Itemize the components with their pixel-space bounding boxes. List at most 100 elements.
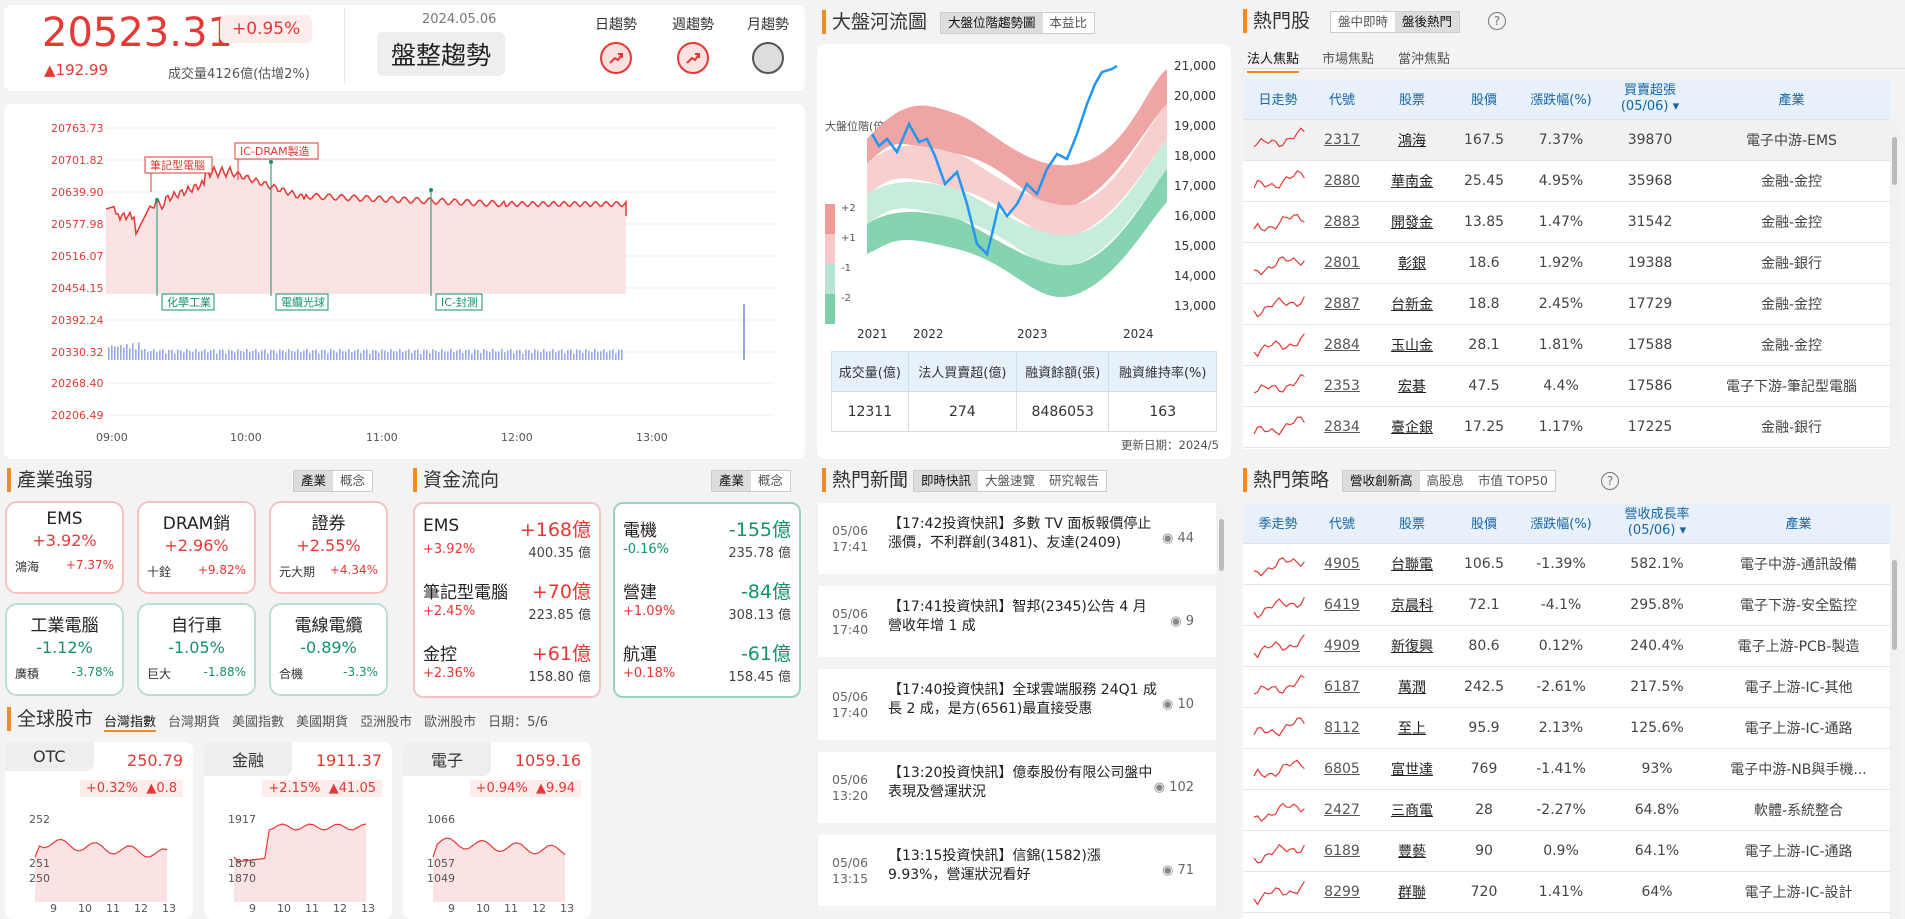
table-row[interactable]: 6419 京晨科 72.1 -4.1% 295.8% 電子下游-安全監控: [1243, 584, 1890, 626]
table-row[interactable]: 2427 三商電 28 -2.27% 64.8% 軟體-系統整合: [1243, 789, 1890, 831]
industry-card[interactable]: 電線電纜 -0.89% 合機 -3.3%: [269, 603, 388, 696]
stock-code[interactable]: 2887: [1313, 283, 1371, 325]
news-item[interactable]: 05/06 13:20 【13:20投資快訊】億泰股份有限公司盤中表現及營運狀況 ◉ …: [818, 752, 1216, 823]
table-row[interactable]: 8112 至上 95.9 2.13% 125.6% 電子上游-IC-通路: [1243, 707, 1890, 749]
index-card[interactable]: 電子 1059.16 +0.94% ▲9.94 1066 1057 1049 9 10 11 12…: [403, 742, 591, 919]
stock-name[interactable]: 京晨科: [1371, 584, 1453, 626]
stock-code[interactable]: 6187: [1313, 666, 1371, 708]
flow-row[interactable]: 營建 -84億 +1.09% 308.13 億: [623, 578, 791, 634]
tab-high-yield[interactable]: 高股息: [1420, 471, 1472, 491]
industry-card[interactable]: 自行車 -1.05% 巨大 -1.88%: [137, 603, 256, 696]
news-item[interactable]: 05/06 13:15 【13:15投資快訊】信錦(1582)漲 9.93%，營運狀…: [818, 835, 1216, 906]
industry-card[interactable]: 工業電腦 -1.12% 廣積 -3.78%: [5, 603, 124, 696]
tab-revenue-high[interactable]: 營收創新高: [1343, 471, 1420, 491]
river-chart[interactable]: 大盤位階(倍) +2+1-1-2 21,000 20,000 19,000 18…: [817, 44, 1231, 344]
index-card[interactable]: OTC 250.79 +0.32% ▲0.8 252 251 250 9 10 11 12 13: [5, 742, 193, 919]
stock-name[interactable]: 群聯: [1371, 871, 1453, 913]
flow-row[interactable]: 金控 +61億 +2.36% 158.80 億: [423, 640, 591, 696]
news-item[interactable]: 05/06 17:40 【17:40投資快訊】全球雲端服務 24Q1 成長 2 成，…: [818, 669, 1216, 740]
daily-trend[interactable]: 日趨勢: [586, 14, 646, 74]
stock-code[interactable]: 2427: [1313, 789, 1371, 831]
help-icon[interactable]: ?: [1601, 472, 1619, 490]
stock-name[interactable]: 開發金: [1371, 201, 1453, 243]
stock-code[interactable]: 2880: [1313, 160, 1371, 202]
tab-after-hours[interactable]: 盤後熱門: [1395, 12, 1460, 32]
tab-asia[interactable]: 亞洲股市: [360, 711, 412, 732]
table-row[interactable]: 2880 華南金 25.45 4.95% 35968 金融-金控: [1243, 160, 1890, 202]
scrollbar[interactable]: [1890, 546, 1899, 919]
help-icon[interactable]: ?: [1488, 12, 1506, 30]
table-row[interactable]: 6189 豐藝 90 0.9% 64.1% 電子上游-IC-通路: [1243, 830, 1890, 872]
news-title[interactable]: 【13:15投資快訊】信錦(1582)漲 9.93%，營運狀況看好: [888, 847, 1158, 885]
outflow-card[interactable]: 電機 -155億 -0.16% 235.78 億營建 -84億 +1.09% 308.13 …: [613, 502, 801, 698]
news-title[interactable]: 【17:41投資快訊】智邦(2345)公告 4 月營收年增 1 成: [888, 598, 1158, 636]
tab-tw-index[interactable]: 台灣指數: [104, 711, 157, 732]
stock-name[interactable]: 彰銀: [1371, 242, 1453, 284]
news-title[interactable]: 【13:20投資快訊】億泰股份有限公司盤中表現及營運狀況: [888, 764, 1158, 802]
stock-name[interactable]: 鴻海: [1371, 119, 1453, 161]
scrollbar[interactable]: [1890, 122, 1899, 447]
table-row[interactable]: 2887 台新金 18.8 2.45% 17729 金融-金控: [1243, 283, 1890, 325]
news-item[interactable]: 05/06 17:41 【17:42投資快訊】多數 TV 面板報價停止漲價，不利群創…: [818, 503, 1216, 574]
table-row[interactable]: 2834 臺企銀 17.25 1.17% 17225 金融-銀行: [1243, 406, 1890, 448]
intraday-chart[interactable]: 20763.73 20701.82 20639.90 20577.98 2051…: [4, 104, 805, 459]
tab-us-index[interactable]: 美國指數: [232, 711, 284, 732]
stock-name[interactable]: 萬潤: [1371, 666, 1453, 708]
stock-code[interactable]: 2883: [1313, 201, 1371, 243]
index-card[interactable]: 金融 1911.37 +2.15% ▲41.05 1917 1876 1870 9 10 11 1…: [204, 742, 392, 919]
stock-code[interactable]: 2317: [1313, 119, 1371, 161]
subtab-institutional[interactable]: 法人焦點: [1247, 48, 1300, 73]
stock-code[interactable]: 4905: [1313, 543, 1371, 585]
stock-name[interactable]: 至上: [1371, 707, 1453, 749]
subtab-market[interactable]: 市場焦點: [1322, 48, 1374, 67]
flow-row[interactable]: EMS +168億 +3.92% 400.35 億: [423, 516, 591, 572]
flow-row[interactable]: 筆記型電腦 +70億 +2.45% 223.85 億: [423, 578, 591, 634]
table-row[interactable]: 2883 開發金 13.85 1.47% 31542 金融-金控: [1243, 201, 1890, 243]
tab-industry[interactable]: 產業: [712, 471, 752, 491]
industry-card[interactable]: EMS +3.92% 鴻海 +7.37%: [5, 501, 124, 594]
table-row[interactable]: 6187 萬潤 242.5 -2.61% 217.5% 電子上游-IC-其他: [1243, 666, 1890, 708]
stock-name[interactable]: 台聯電: [1371, 543, 1453, 585]
industry-card[interactable]: DRAM銷 +2.96% 十銓 +9.82%: [137, 501, 256, 594]
stock-code[interactable]: 6189: [1313, 830, 1371, 872]
tab-top50[interactable]: 市值 TOP50: [1471, 471, 1555, 491]
tab-overview[interactable]: 大盤速覽: [978, 471, 1042, 491]
table-row[interactable]: 6805 富世達 769 -1.41% 93% 電子中游-NB與手機...: [1243, 748, 1890, 790]
stock-code[interactable]: 2884: [1313, 324, 1371, 366]
stock-name[interactable]: 豐藝: [1371, 830, 1453, 872]
tab-intraday[interactable]: 盤中即時: [1331, 12, 1395, 32]
tab-industry[interactable]: 產業: [294, 471, 334, 491]
tab-research[interactable]: 研究報告: [1042, 471, 1106, 491]
stock-name[interactable]: 台新金: [1371, 283, 1453, 325]
stock-code[interactable]: 6419: [1313, 584, 1371, 626]
table-row[interactable]: 8299 群聯 720 1.41% 64% 電子上游-IC-設計: [1243, 871, 1890, 913]
flow-row[interactable]: 航運 -61億 +0.18% 158.45 億: [623, 640, 791, 696]
stock-name[interactable]: 三商電: [1371, 789, 1453, 831]
tab-concept[interactable]: 概念: [751, 471, 790, 491]
weekly-trend[interactable]: 週趨勢: [663, 14, 723, 74]
table-row[interactable]: 4905 台聯電 106.5 -1.39% 582.1% 電子中游-通訊設備: [1243, 543, 1890, 585]
tab-pe[interactable]: 本益比: [1043, 13, 1095, 33]
monthly-trend[interactable]: 月趨勢: [738, 14, 798, 74]
news-title[interactable]: 【17:42投資快訊】多數 TV 面板報價停止漲價，不利群創(3481)、友達(…: [888, 515, 1158, 553]
tab-tw-futures[interactable]: 台灣期貨: [168, 711, 220, 732]
stock-code[interactable]: 8112: [1313, 707, 1371, 749]
stock-code[interactable]: 2834: [1313, 406, 1371, 448]
stock-code[interactable]: 2801: [1313, 242, 1371, 284]
table-row[interactable]: 2317 鴻海 167.5 7.37% 39870 電子中游-EMS: [1243, 119, 1890, 161]
news-title[interactable]: 【17:40投資快訊】全球雲端服務 24Q1 成長 2 成，是方(6561)最直…: [888, 681, 1158, 719]
tab-us-futures[interactable]: 美國期貨: [296, 711, 348, 732]
tab-position[interactable]: 大盤位階趨勢圖: [941, 13, 1043, 33]
stock-name[interactable]: 富世達: [1371, 748, 1453, 790]
stock-name[interactable]: 華南金: [1371, 160, 1453, 202]
table-row[interactable]: 2884 玉山金 28.1 1.81% 17588 金融-金控: [1243, 324, 1890, 366]
stock-name[interactable]: 新復興: [1371, 625, 1453, 667]
stock-name[interactable]: 玉山金: [1371, 324, 1453, 366]
table-row[interactable]: 2801 彰銀 18.6 1.92% 19388 金融-銀行: [1243, 242, 1890, 284]
stock-code[interactable]: 6805: [1313, 748, 1371, 790]
inflow-card[interactable]: EMS +168億 +3.92% 400.35 億筆記型電腦 +70億 +2.45% 223…: [413, 502, 601, 698]
stock-name[interactable]: 宏碁: [1371, 365, 1453, 407]
table-row[interactable]: 2353 宏碁 47.5 4.4% 17586 電子下游-筆記型電腦: [1243, 365, 1890, 407]
tab-concept[interactable]: 概念: [333, 471, 372, 491]
stock-code[interactable]: 8299: [1313, 871, 1371, 913]
